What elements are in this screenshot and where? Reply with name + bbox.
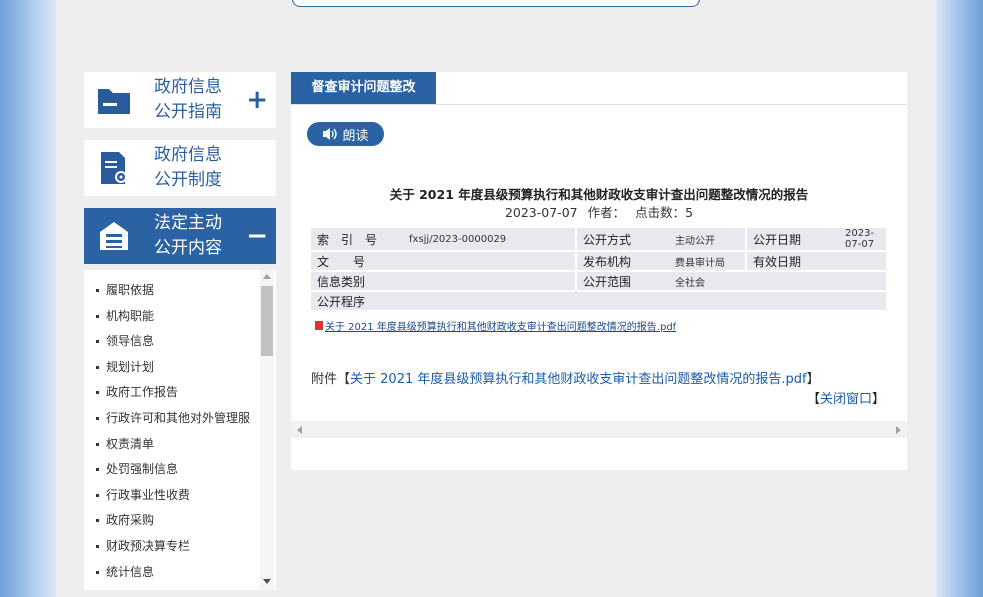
sidebar-card-label: 法定主动 公开内容 [154, 213, 222, 258]
document-title: 关于 2021 年度县级预算执行和其他财政收支审计查出问题整改情况的报告 [389, 187, 809, 202]
sidebar-card-label: 政府信息 公开指南 [154, 77, 222, 122]
vertical-scrollbar[interactable] [260, 270, 274, 590]
document-clicks: 点击数：5 [635, 205, 694, 220]
sidebar-menu-item[interactable]: 政府工作报告 [94, 384, 276, 410]
bullet-icon [96, 442, 99, 446]
table-row: 公开程序 [311, 292, 886, 310]
bullet-icon [96, 493, 99, 497]
close-window-line: 【关闭窗口】 [806, 392, 885, 407]
pdf-inline-link[interactable]: 关于 2021 年度县级预算执行和其他财政收支审计查出问题整改情况的报告.pdf [315, 318, 676, 333]
bullet-icon [96, 314, 99, 318]
bullet-icon [96, 468, 99, 472]
bullet-icon [96, 570, 99, 574]
sidebar-menu-item[interactable]: 行政许可和其他对外管理服 [94, 410, 276, 436]
pdf-icon [315, 321, 323, 330]
document-author: 作者： [587, 205, 626, 220]
bullet-icon [96, 544, 99, 548]
sidebar-card-system[interactable]: 政府信息 公开制度 [84, 140, 276, 196]
sidebar-menu-item[interactable]: 处罚强制信息 [94, 461, 276, 487]
top-search-box[interactable] [292, 0, 700, 7]
read-aloud-button[interactable]: 朗读 [307, 122, 384, 146]
sidebar-menu-item[interactable]: 财政预决算专栏 [94, 538, 276, 564]
sidebar-menu-item[interactable]: 政府采购 [94, 512, 276, 538]
info-table: 索 引 号 fxsjj/2023-0000029 公开方式 主动公开 公开日期 … [311, 226, 886, 312]
sidebar-card-guide[interactable]: 政府信息 公开指南 + [84, 72, 276, 128]
sidebar-menu-item[interactable]: 规划计划 [94, 359, 276, 385]
close-window-link[interactable]: 关闭窗口 [820, 392, 872, 407]
tab-audit-rectification[interactable]: 督查审计问题整改 [291, 72, 436, 104]
sidebar-menu-item[interactable]: 领导信息 [94, 333, 276, 359]
sidebar-card-label: 政府信息 公开制度 [154, 145, 222, 190]
attachment-line: 附件【关于 2021 年度县级预算执行和其他财政收支审计查出问题整改情况的报告.… [311, 372, 820, 387]
collapse-minus-icon[interactable]: − [246, 223, 268, 249]
scrollbar-thumb[interactable] [261, 286, 273, 356]
tab-bar: 督查审计问题整改 [291, 72, 907, 105]
sidebar-menu-item[interactable]: 机构职能 [94, 308, 276, 334]
scroll-left-icon[interactable] [297, 426, 302, 434]
speaker-icon [323, 128, 338, 140]
bullet-icon [96, 340, 99, 344]
sidebar-menu-list: 履职依据 机构职能 领导信息 规划计划 政府工作报告 行政许可和其他对外管理服 权责清单 处罚… [84, 270, 276, 590]
inbox-icon [96, 218, 132, 254]
bullet-icon [96, 391, 99, 395]
bullet-icon [96, 365, 99, 369]
sidebar-menu-item[interactable]: 权责清单 [94, 436, 276, 462]
bottom-panel [291, 438, 907, 470]
horizontal-scrollbar[interactable] [291, 421, 907, 438]
sidebar-menu-item[interactable]: 履职依据 [94, 282, 276, 308]
bullet-icon [96, 289, 99, 292]
table-row: 信息类别 公开范围 全社会 [311, 272, 886, 290]
expand-plus-icon[interactable]: + [246, 87, 268, 113]
sidebar-menu-item[interactable]: 行政事业性收费 [94, 487, 276, 513]
read-aloud-label: 朗读 [342, 128, 369, 144]
sidebar-card-statutory[interactable]: 法定主动 公开内容 − [84, 208, 276, 264]
bullet-icon [96, 416, 99, 420]
folder-icon [96, 82, 132, 118]
table-row: 文 号 发布机构 费县审计局 有效日期 [311, 252, 886, 270]
scroll-down-icon[interactable] [263, 579, 271, 584]
content-panel: 督查审计问题整改 朗读 关于 2021 年度县级预算执行和其他财政收支审计查出问… [291, 72, 907, 421]
document-gear-icon [96, 150, 132, 186]
scroll-right-icon[interactable] [896, 426, 901, 434]
scroll-up-icon[interactable] [263, 274, 271, 279]
attachment-link[interactable]: 关于 2021 年度县级预算执行和其他财政收支审计查出问题整改情况的报告.pdf [350, 372, 807, 387]
sidebar-menu-item[interactable]: 统计信息 [94, 564, 276, 590]
bullet-icon [96, 519, 99, 523]
document-date: 2023-07-07 [504, 205, 578, 220]
table-row: 索 引 号 fxsjj/2023-0000029 公开方式 主动公开 公开日期 … [311, 228, 886, 250]
document-meta: 2023-07-07 作者： 点击数：5 [291, 202, 907, 221]
